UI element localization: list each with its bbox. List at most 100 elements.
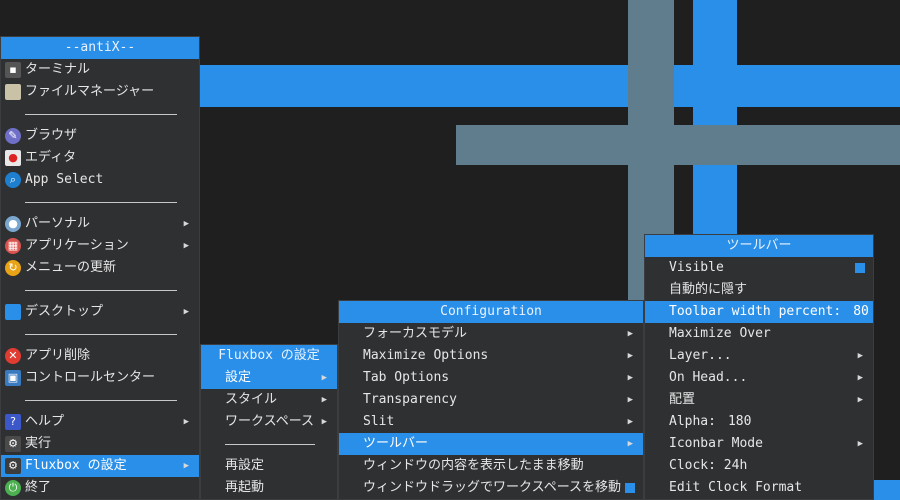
menu-item-label: Maximize Over	[669, 326, 771, 341]
submenu-arrow-icon: ▶	[627, 395, 633, 405]
run-icon: ⚙	[5, 436, 21, 452]
menu-item-fluxbox-settings[interactable]: ⚙ Fluxbox の設定 ▶	[1, 455, 199, 477]
fluxbox-settings-menu: Fluxbox の設定 設定 ▶ スタイル ▶ ワークスペース ▶ 再設定 再起動	[200, 344, 338, 500]
menu-item-label: ヘルプ	[25, 414, 65, 429]
toolbar-menu-title: ツールバー	[645, 235, 873, 257]
menu-item-label: ウィンドウドラッグでワークスペースを移動	[363, 480, 622, 495]
menu-item-label: Transparency	[363, 392, 457, 407]
menu-item-label: On Head...	[669, 370, 748, 385]
submenu-arrow-icon: ▶	[627, 351, 633, 361]
menu-item-placement[interactable]: 配置 ▶	[645, 389, 873, 411]
menu-item-remove-apps[interactable]: ✕ アプリ削除	[1, 345, 199, 367]
menu-item-label: 配置	[669, 392, 696, 407]
menu-item-auto-hide[interactable]: 自動的に隠す	[645, 279, 873, 301]
menu-item-label: Tab Options	[363, 370, 450, 385]
wallpaper-bar	[874, 480, 900, 500]
menu-item-workspaces[interactable]: ワークスペース ▶	[201, 411, 337, 433]
menu-item-desktop[interactable]: デスクトップ ▶	[1, 301, 199, 323]
submenu-arrow-icon: ▶	[183, 241, 189, 251]
menu-item-label: Iconbar Mode	[669, 436, 763, 451]
menu-item-alpha[interactable]: Alpha: 180	[645, 411, 873, 433]
menu-item-help[interactable]: ? ヘルプ ▶	[1, 411, 199, 433]
menu-item-label: ブラウザ	[25, 128, 78, 143]
menu-item-layer[interactable]: Layer... ▶	[645, 345, 873, 367]
control-center-icon: ▣	[5, 370, 21, 386]
menu-item-tab-options[interactable]: Tab Options ▶	[339, 367, 643, 389]
menu-item-opaque-move[interactable]: ウィンドウの内容を表示したまま移動	[339, 455, 643, 477]
menu-item-label: 自動的に隠す	[669, 282, 748, 297]
menu-item-edit-clock-format[interactable]: Edit Clock Format	[645, 477, 873, 499]
menu-item-clock[interactable]: Clock: 24h	[645, 455, 873, 477]
menu-item-control-center[interactable]: ▣ コントロールセンター	[1, 367, 199, 389]
menu-item-label: メニューの更新	[25, 260, 117, 275]
menu-item-toolbar[interactable]: ツールバー ▶	[339, 433, 643, 455]
menu-item-label: App Select	[25, 172, 104, 187]
menu-item-label: Clock: 24h	[669, 458, 748, 473]
menu-item-label: コントロールセンター	[25, 370, 156, 385]
menu-item-restart[interactable]: 再起動	[201, 477, 337, 499]
menu-item-applications[interactable]: ▦ アプリケーション ▶	[1, 235, 199, 257]
menu-item-visible[interactable]: Visible	[645, 257, 873, 279]
submenu-arrow-icon: ▶	[857, 395, 863, 405]
menu-item-label: 終了	[25, 480, 52, 495]
toolbar-menu: ツールバー Visible 自動的に隠す Toolbar width perce…	[644, 234, 874, 500]
submenu-arrow-icon: ▶	[627, 417, 633, 427]
menu-item-refresh-menu[interactable]: ↻ メニューの更新	[1, 257, 199, 279]
menu-item-transparency[interactable]: Transparency ▶	[339, 389, 643, 411]
wallpaper-bar	[456, 125, 900, 165]
menu-item-maximize-over[interactable]: Maximize Over	[645, 323, 873, 345]
menu-item-terminal[interactable]: ▪ ターミナル	[1, 59, 199, 81]
submenu-arrow-icon: ▶	[627, 329, 633, 339]
browser-icon: ✎	[5, 128, 21, 144]
submenu-arrow-icon: ▶	[183, 461, 189, 471]
desktop-icon	[5, 304, 21, 320]
menu-item-styles[interactable]: スタイル ▶	[201, 389, 337, 411]
checked-indicator-icon	[855, 263, 865, 273]
menu-item-label: アプリ削除	[25, 348, 91, 363]
menu-item-exit[interactable]: ⏻ 終了	[1, 477, 199, 499]
menu-item-focus-model[interactable]: フォーカスモデル ▶	[339, 323, 643, 345]
power-icon: ⏻	[5, 480, 21, 496]
menu-item-toolbar-width[interactable]: Toolbar width percent: 80	[645, 301, 873, 323]
menu-item-label: スタイル	[225, 392, 278, 407]
menu-separator	[1, 323, 199, 345]
configuration-menu-title: Configuration	[339, 301, 643, 323]
submenu-arrow-icon: ▶	[627, 439, 633, 449]
menu-item-on-head[interactable]: On Head... ▶	[645, 367, 873, 389]
menu-item-file-manager[interactable]: ファイルマネージャー	[1, 81, 199, 103]
menu-item-label: デスクトップ	[25, 304, 104, 319]
menu-item-personal[interactable]: ● パーソナル ▶	[1, 213, 199, 235]
menu-separator	[1, 389, 199, 411]
terminal-icon: ▪	[5, 62, 21, 78]
menu-item-label: ターミナル	[25, 62, 91, 77]
menu-item-workspace-warping[interactable]: ウィンドウドラッグでワークスペースを移動	[339, 477, 643, 499]
menu-item-label: アプリケーション	[25, 238, 129, 253]
alpha-value: 180	[727, 414, 752, 429]
menu-item-label: フォーカスモデル	[363, 326, 468, 341]
menu-separator	[1, 191, 199, 213]
menu-item-run[interactable]: ⚙ 実行	[1, 433, 199, 455]
submenu-arrow-icon: ▶	[857, 351, 863, 361]
menu-item-label: パーソナル	[25, 216, 91, 231]
menu-item-label: 実行	[25, 436, 52, 451]
menu-item-editor[interactable]: ● エディタ	[1, 147, 199, 169]
menu-item-configure[interactable]: 設定 ▶	[201, 367, 337, 389]
menu-separator	[201, 433, 337, 455]
menu-item-label: Slit	[363, 414, 395, 429]
menu-item-label: 再設定	[225, 458, 265, 473]
menu-separator	[1, 103, 199, 125]
submenu-arrow-icon: ▶	[183, 417, 189, 427]
menu-item-label: Alpha:	[669, 414, 716, 429]
main-menu: --antiX-- ▪ ターミナル ファイルマネージャー ✎ ブラウザ ● エディタ …	[0, 36, 200, 500]
menu-item-reconfigure[interactable]: 再設定	[201, 455, 337, 477]
menu-item-browser[interactable]: ✎ ブラウザ	[1, 125, 199, 147]
menu-item-iconbar-mode[interactable]: Iconbar Mode ▶	[645, 433, 873, 455]
menu-item-label: 再起動	[225, 480, 265, 495]
menu-item-slit[interactable]: Slit ▶	[339, 411, 643, 433]
menu-item-label: Layer...	[669, 348, 732, 363]
menu-item-maximize-options[interactable]: Maximize Options ▶	[339, 345, 643, 367]
menu-item-label: 設定	[225, 370, 252, 385]
menu-item-app-select[interactable]: ⌕ App Select	[1, 169, 199, 191]
apps-grid-icon: ▦	[5, 238, 21, 254]
menu-item-label: ツールバー	[363, 436, 429, 451]
